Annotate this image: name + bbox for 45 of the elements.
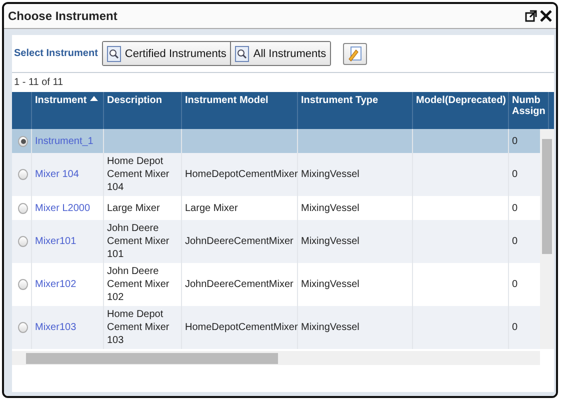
table-cell-text: John Deere Cement Mixer 101 [107, 222, 170, 261]
table-cell: 0 [512, 134, 518, 148]
instrument-link[interactable]: Mixer101 [35, 235, 76, 248]
table-cell-text: John Deere Cement Mixer 102 [107, 265, 170, 304]
radio-button[interactable] [18, 136, 28, 146]
table-cell: MixingVessel [301, 168, 360, 181]
instrument-link[interactable]: Mixer L2000 [35, 202, 90, 214]
table-cell: HomeDepotCementMixer [185, 321, 298, 334]
table-cell: 0 [512, 168, 518, 181]
pencil-icon [347, 46, 364, 62]
table-cell: JohnDeereCementMixer [185, 235, 294, 248]
popout-icon[interactable] [525, 10, 537, 22]
radio-button[interactable] [18, 236, 28, 247]
table-cell: Large Mixer [107, 202, 160, 214]
horizontal-scrollbar[interactable] [12, 351, 540, 365]
table-cell: 0 [512, 235, 518, 248]
table-cell: MixingVessel [301, 321, 360, 334]
radio-button[interactable] [18, 279, 28, 290]
filter-button[interactable]: Certified Instruments [102, 42, 232, 65]
radio-button[interactable] [18, 202, 28, 214]
instrument-link[interactable]: Mixer 104 [35, 168, 79, 181]
table-cell: Large Mixer [185, 202, 238, 214]
radio-button[interactable] [18, 322, 28, 333]
record-count: 1 - 11 of 11 [13, 76, 64, 90]
edit-button[interactable] [343, 42, 368, 64]
table-cell-text: Home Depot Cement Mixer 104 [107, 155, 170, 194]
search-icon [106, 46, 121, 62]
table-cell: JohnDeereCementMixer [185, 278, 294, 291]
table-cell: HomeDepotCementMixer [185, 168, 298, 181]
instrument-link[interactable]: Mixer103 [35, 321, 76, 334]
window-title: Choose Instrument [8, 9, 118, 23]
table-cell: MixingVessel [301, 235, 360, 248]
table-cell: MixingVessel [301, 278, 360, 291]
vertical-scrollbar[interactable] [540, 129, 554, 349]
table-cell: MixingVessel [301, 202, 360, 214]
select-instrument-label: Select Instrument [14, 48, 98, 59]
table-cell: 0 [512, 202, 518, 214]
table-cell: 0 [512, 278, 518, 291]
table-cell-text: Home Depot Cement Mixer 103 [107, 308, 170, 347]
instrument-link[interactable]: Mixer102 [35, 278, 76, 291]
radio-button[interactable] [18, 169, 28, 180]
filter-button[interactable]: All Instruments [231, 42, 330, 65]
search-icon [235, 46, 250, 62]
close-icon[interactable] [540, 10, 552, 22]
table-cell: 0 [512, 321, 518, 334]
